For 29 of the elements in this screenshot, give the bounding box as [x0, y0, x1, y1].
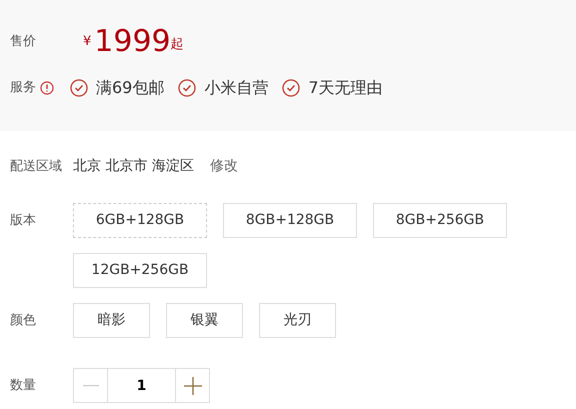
field-label: 数量 — [10, 376, 37, 395]
field-label: 颜色 — [10, 312, 37, 330]
service-label: 满69包邮 — [96, 77, 164, 99]
check-circle-icon — [70, 79, 88, 97]
option-button[interactable]: 6GB+128GB — [73, 203, 207, 238]
currency-symbol: ¥ — [83, 32, 92, 50]
field-label: 服务 — [10, 79, 36, 98]
minus-icon — [82, 384, 98, 386]
check-circle-icon — [282, 79, 300, 97]
service-label: 7天无理由 — [308, 77, 383, 99]
option-button[interactable]: 8GB+128GB — [223, 203, 357, 238]
change-link[interactable]: 修改 — [210, 156, 238, 177]
field-label: 配送区域 — [10, 158, 63, 176]
service-label: 小米自营 — [204, 77, 268, 99]
price-suffix: 起 — [170, 36, 184, 54]
option-button[interactable]: 暗影 — [73, 303, 150, 338]
option-button[interactable]: 8GB+256GB — [373, 203, 507, 238]
field-label: 版本 — [10, 212, 37, 230]
quantity-field[interactable]: 1 — [108, 368, 175, 403]
price-amount: 1999 — [94, 27, 171, 57]
info-icon — [40, 81, 54, 95]
increment-button[interactable] — [175, 368, 210, 403]
check-circle-icon — [178, 79, 196, 97]
option-button[interactable]: 银翼 — [166, 303, 243, 338]
field-label: 售价 — [10, 33, 37, 52]
delivery-region: 北京 北京市 海淀区 — [73, 157, 194, 176]
option-button[interactable]: 12GB+256GB — [73, 253, 207, 288]
option-button[interactable]: 光刃 — [259, 303, 336, 338]
plus-icon — [184, 376, 202, 394]
